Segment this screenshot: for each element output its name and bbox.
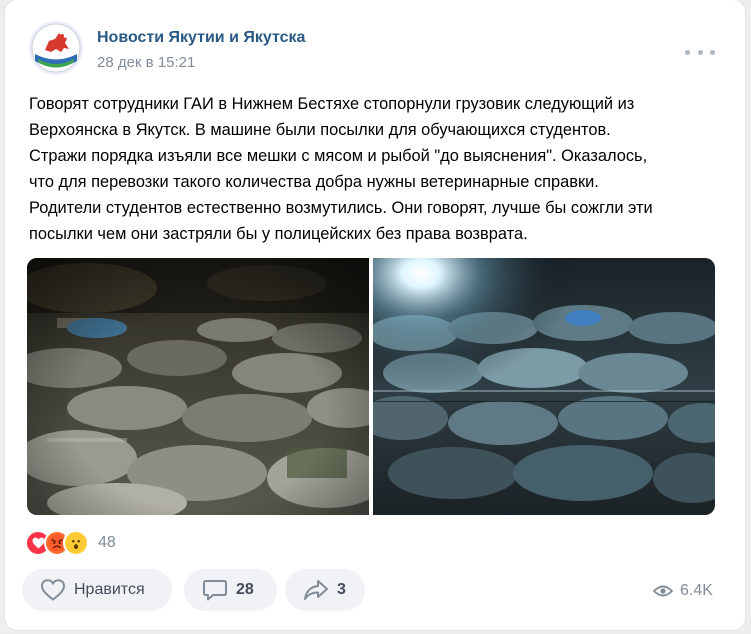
views-count: 6.4K (680, 582, 713, 599)
shares-count: 3 (337, 581, 346, 598)
post-text-line: Говорят сотрудники ГАИ в Нижнем Бестяхе … (29, 95, 635, 113)
post-text-line: что для перевозки такого количества добр… (29, 173, 599, 191)
like-label: Нравится (74, 581, 145, 598)
post-author[interactable]: Новости Якутии и Якутска (97, 29, 305, 47)
like-button[interactable]: Нравится (22, 569, 172, 611)
community-logo-icon (29, 21, 83, 75)
comment-button[interactable]: 28 (184, 569, 277, 611)
post-text-line: Родители студентов естественно возмутили… (29, 199, 653, 217)
share-button[interactable]: 3 (285, 569, 365, 611)
comments-count: 28 (236, 581, 254, 598)
post-card: Новости Якутии и Якутска 28 дек в 15:21 … (5, 0, 745, 630)
post-text-line: Стражи порядка изъяли все мешки с мясом … (29, 147, 648, 165)
heart-outline-icon (40, 579, 66, 601)
community-avatar[interactable] (29, 21, 83, 75)
photo-bags-dark[interactable] (27, 258, 369, 515)
post-date[interactable]: 28 дек в 15:21 (97, 54, 195, 71)
post-text: Говорят сотрудники ГАИ в Нижнем Бестяхе … (29, 91, 729, 247)
reactions-summary[interactable]: 48 (25, 530, 116, 556)
eye-icon (653, 585, 673, 597)
share-icon (304, 580, 328, 600)
views-counter: 6.4K (653, 580, 713, 602)
more-options-icon[interactable] (685, 44, 715, 60)
post-text-line: Верхоянска в Якутск. В машине были посыл… (29, 121, 611, 139)
photo-bags-flash[interactable] (373, 258, 715, 515)
post-text-line: посылки чем они застряли бы у полицейски… (29, 225, 528, 243)
shocked-face-icon (63, 530, 89, 556)
reactions-count: 48 (98, 534, 116, 551)
comment-icon (203, 580, 227, 601)
